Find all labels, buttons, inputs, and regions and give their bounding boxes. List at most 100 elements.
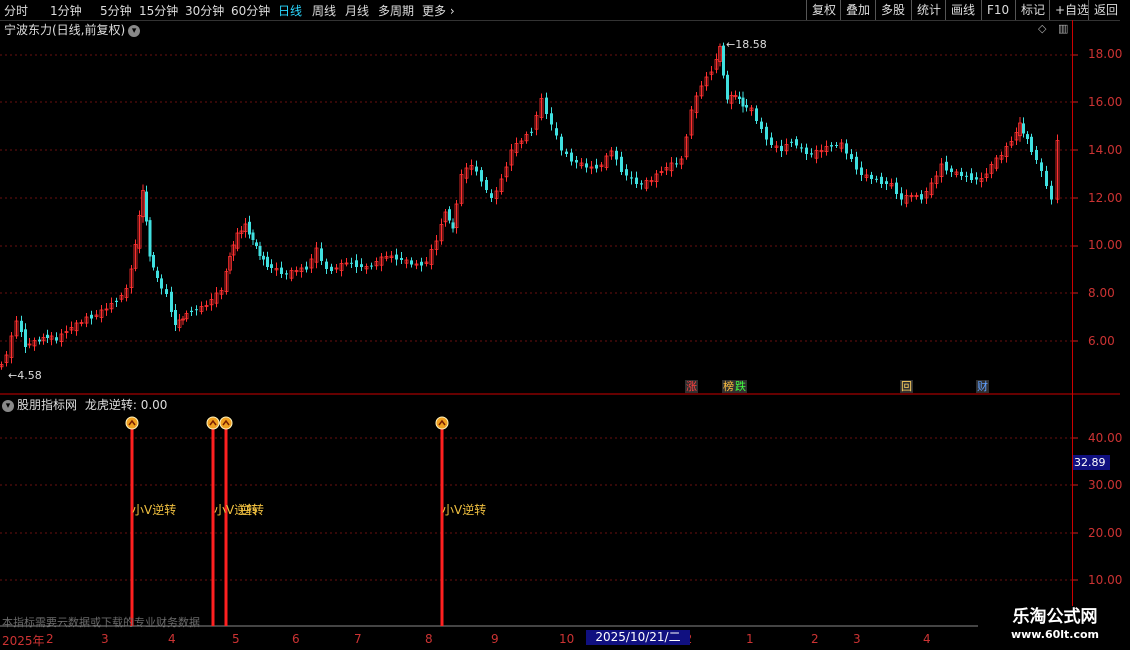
candle-down: [560, 136, 563, 151]
candle-down: [630, 177, 633, 179]
candle-down: [565, 151, 568, 154]
candle-down: [448, 209, 451, 221]
signal-arrow-icon: [206, 416, 220, 430]
candle-down: [945, 161, 948, 171]
date-tick: 5: [232, 632, 240, 646]
arrow-left-icon: ←: [8, 369, 18, 382]
watermark-url: www.60lt.com: [1010, 628, 1100, 641]
date-tick: 4: [923, 632, 931, 646]
candle-down: [46, 334, 49, 338]
signal-bar: [440, 425, 444, 626]
candle-down: [575, 160, 578, 163]
candle-down: [255, 242, 258, 246]
candle-down: [760, 121, 763, 129]
candle-down: [755, 108, 758, 121]
candle-down: [900, 193, 903, 200]
candle-down: [1030, 136, 1033, 152]
date-tick: 10: [559, 632, 575, 646]
candle-down: [880, 176, 883, 184]
candle-down: [780, 145, 783, 151]
price-tick: 18.00: [1088, 47, 1123, 61]
candle-down: [360, 264, 363, 267]
candle-down: [870, 174, 873, 179]
candle-down: [195, 309, 198, 311]
candle-down: [355, 260, 358, 267]
candle-down: [810, 153, 813, 155]
signal-arrow-icon: [435, 416, 449, 430]
indicator-current-value: 32.89: [1073, 455, 1110, 470]
candle-down: [145, 191, 148, 222]
candle-down: [595, 164, 598, 169]
candle-down: [875, 178, 878, 180]
badge-buyback[interactable]: 回: [900, 380, 913, 393]
candle-down: [722, 45, 725, 76]
candle-down: [770, 137, 773, 145]
indicator-title[interactable]: ▾ 股朋指标网 龙虎逆转: 0.00: [2, 396, 167, 413]
date-tick: 9: [491, 632, 499, 646]
price-tick: 8.00: [1088, 286, 1115, 300]
badge-finance[interactable]: 财: [976, 380, 989, 393]
candle-down: [1040, 162, 1043, 171]
candle-down: [790, 141, 793, 143]
candle-down: [635, 177, 638, 184]
candle-down: [738, 96, 741, 99]
candle-down: [285, 273, 288, 275]
indicator-name: 龙虎逆转: 0.00: [84, 398, 168, 412]
candle-down: [545, 97, 548, 114]
indicator-tick: 40.00: [1088, 431, 1123, 445]
candle-down: [805, 147, 808, 154]
candle-down: [615, 150, 618, 160]
candle-down: [156, 270, 159, 278]
candle-down: [410, 260, 413, 265]
candle-down: [975, 177, 978, 180]
candle-down: [850, 154, 853, 159]
candle-down: [550, 113, 553, 125]
candle-down: [248, 221, 251, 235]
candle-down: [480, 170, 483, 182]
badge-down-limit[interactable]: 跌: [734, 380, 747, 393]
candle-down: [920, 194, 923, 200]
candle-down: [55, 337, 58, 341]
candle-down: [165, 289, 168, 294]
candle-down: [895, 182, 898, 194]
candle-down: [395, 254, 398, 260]
candle-down: [726, 74, 729, 100]
price-tick: 10.00: [1088, 238, 1123, 252]
price-tick: 6.00: [1088, 334, 1115, 348]
candle-down: [765, 126, 768, 140]
kline-chart: [0, 42, 1130, 627]
high-marker: ←18.58: [726, 38, 767, 51]
candle-down: [370, 265, 373, 267]
indicator-tick: 20.00: [1088, 526, 1123, 540]
candle-down: [20, 320, 23, 332]
candle-down: [24, 329, 27, 347]
candle-down: [490, 193, 493, 198]
candle-down: [266, 256, 269, 267]
candle-down: [960, 171, 963, 176]
grid-lines: [0, 54, 1130, 627]
candle-down: [475, 166, 478, 172]
candle-down: [530, 131, 533, 133]
signal-bar: [211, 425, 215, 626]
badge-up-limit[interactable]: 涨: [685, 380, 698, 393]
signal-bar: [224, 425, 228, 626]
candle-down: [400, 258, 403, 260]
price-tick: 14.00: [1088, 143, 1123, 157]
chevron-down-icon[interactable]: ▾: [2, 399, 14, 412]
cursor-date: 2025/10/21/二: [586, 630, 690, 645]
candle-down: [555, 128, 558, 136]
candle-down: [640, 183, 643, 185]
signal-bars: [125, 416, 449, 626]
arrow-left-icon: ←: [726, 38, 736, 51]
candle-down: [350, 262, 353, 264]
candle-down: [795, 139, 798, 146]
date-tick: 3: [101, 632, 109, 646]
date-tick: 2: [811, 632, 819, 646]
candle-down: [258, 245, 262, 256]
indicator-tick: 10.00: [1088, 573, 1123, 587]
candle-down: [251, 232, 255, 240]
candle-down: [845, 143, 848, 154]
signal-label: 小V逆转: [132, 503, 177, 517]
candle-down: [1026, 134, 1029, 139]
date-tick: 2: [46, 632, 54, 646]
